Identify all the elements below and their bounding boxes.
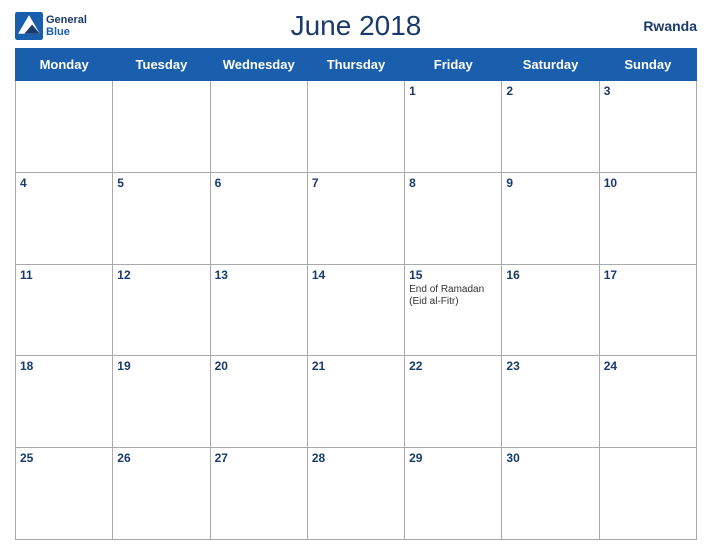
day-cell-w2-d3: 6 bbox=[210, 172, 307, 264]
logo: General Blue bbox=[15, 12, 87, 40]
date-number: 22 bbox=[409, 359, 497, 373]
event-label: End of Ramadan (Eid al-Fitr) bbox=[409, 284, 497, 308]
day-cell-w1-d4 bbox=[307, 81, 404, 173]
date-number: 21 bbox=[312, 359, 400, 373]
date-number: 25 bbox=[20, 451, 108, 465]
day-cell-w4-d1: 18 bbox=[16, 356, 113, 448]
calendar-header: General Blue June 2018 Rwanda bbox=[15, 10, 697, 42]
week-row-1: 123 bbox=[16, 81, 697, 173]
day-cell-w1-d2 bbox=[113, 81, 210, 173]
day-cell-w3-d1: 11 bbox=[16, 264, 113, 356]
week-row-2: 456789 10 bbox=[16, 172, 697, 264]
country-label: Rwanda bbox=[643, 18, 697, 34]
date-number: 29 bbox=[409, 451, 497, 465]
day-cell-w4-d3: 20 bbox=[210, 356, 307, 448]
day-cell-w5-d1: 25 bbox=[16, 448, 113, 540]
day-cell-w2-d4: 7 bbox=[307, 172, 404, 264]
date-number: 4 bbox=[20, 176, 108, 190]
header-friday: Friday bbox=[405, 49, 502, 81]
day-cell-w3-d2: 12 bbox=[113, 264, 210, 356]
day-cell-w5-d3: 27 bbox=[210, 448, 307, 540]
day-cell-w1-d7: 3 bbox=[599, 81, 696, 173]
day-cell-w2-d5: 8 bbox=[405, 172, 502, 264]
day-cell-w1-d3 bbox=[210, 81, 307, 173]
date-number: 27 bbox=[215, 451, 303, 465]
date-number: 3 bbox=[604, 84, 692, 98]
header-tuesday: Tuesday bbox=[113, 49, 210, 81]
day-cell-w2-d6: 9 bbox=[502, 172, 599, 264]
day-cell-w3-d3: 13 bbox=[210, 264, 307, 356]
calendar-title: June 2018 bbox=[291, 10, 422, 42]
day-cell-w5-d4: 28 bbox=[307, 448, 404, 540]
day-cell-w3-d6: 16 bbox=[502, 264, 599, 356]
day-cell-w5-d5: 29 bbox=[405, 448, 502, 540]
week-row-3: 11 12 13 14 15 End of Ramadan (Eid al-Fitr) 16… bbox=[16, 264, 697, 356]
date-number: 18 bbox=[20, 359, 108, 373]
date-number: 12 bbox=[117, 268, 205, 282]
day-cell-w2-d1: 4 bbox=[16, 172, 113, 264]
day-header-row: Monday Tuesday Wednesday Thursday Friday… bbox=[16, 49, 697, 81]
date-number: 7 bbox=[312, 176, 400, 190]
date-number: 26 bbox=[117, 451, 205, 465]
date-number: 6 bbox=[215, 176, 303, 190]
date-number: 10 bbox=[604, 176, 692, 190]
page: General Blue June 2018 Rwanda Monday Tue… bbox=[0, 0, 712, 550]
logo-text-general: General bbox=[46, 14, 87, 26]
date-number: 2 bbox=[506, 84, 594, 98]
date-number: 30 bbox=[506, 451, 594, 465]
day-cell-w5-d6: 30 bbox=[502, 448, 599, 540]
day-cell-w1-d6: 2 bbox=[502, 81, 599, 173]
header-saturday: Saturday bbox=[502, 49, 599, 81]
day-cell-w1-d5: 1 bbox=[405, 81, 502, 173]
date-number: 17 bbox=[604, 268, 692, 282]
day-cell-w2-d2: 5 bbox=[113, 172, 210, 264]
date-number: 20 bbox=[215, 359, 303, 373]
date-number: 19 bbox=[117, 359, 205, 373]
date-number: 1 bbox=[409, 84, 497, 98]
date-number: 9 bbox=[506, 176, 594, 190]
day-cell-w4-d2: 19 bbox=[113, 356, 210, 448]
day-cell-w4-d5: 22 bbox=[405, 356, 502, 448]
day-cell-w4-d6: 23 bbox=[502, 356, 599, 448]
header-monday: Monday bbox=[16, 49, 113, 81]
day-cell-w1-d1 bbox=[16, 81, 113, 173]
date-number: 8 bbox=[409, 176, 497, 190]
date-number: 5 bbox=[117, 176, 205, 190]
day-cell-w5-d2: 26 bbox=[113, 448, 210, 540]
day-cell-w2-d7: 10 bbox=[599, 172, 696, 264]
day-cell-w3-d5: 15 End of Ramadan (Eid al-Fitr) bbox=[405, 264, 502, 356]
date-number: 28 bbox=[312, 451, 400, 465]
week-row-5: 25 26 27 28 29 30 bbox=[16, 448, 697, 540]
header-thursday: Thursday bbox=[307, 49, 404, 81]
calendar-body: 123456789101112131415End of Ramadan (Eid… bbox=[16, 81, 697, 540]
week-row-4: 18 19 20 21 22 23 24 bbox=[16, 356, 697, 448]
logo-icon bbox=[15, 12, 43, 40]
header-sunday: Sunday bbox=[599, 49, 696, 81]
date-number: 11 bbox=[20, 268, 108, 282]
day-cell-w4-d7: 24 bbox=[599, 356, 696, 448]
date-number: 23 bbox=[506, 359, 594, 373]
date-number: 13 bbox=[215, 268, 303, 282]
date-number: 16 bbox=[506, 268, 594, 282]
date-number: 24 bbox=[604, 359, 692, 373]
date-number: 15 bbox=[409, 268, 497, 282]
day-cell-w3-d4: 14 bbox=[307, 264, 404, 356]
header-wednesday: Wednesday bbox=[210, 49, 307, 81]
logo-text-blue: Blue bbox=[46, 26, 87, 38]
date-number: 14 bbox=[312, 268, 400, 282]
calendar-table: Monday Tuesday Wednesday Thursday Friday… bbox=[15, 48, 697, 540]
day-cell-w5-d7 bbox=[599, 448, 696, 540]
day-cell-w4-d4: 21 bbox=[307, 356, 404, 448]
day-cell-w3-d7: 17 bbox=[599, 264, 696, 356]
